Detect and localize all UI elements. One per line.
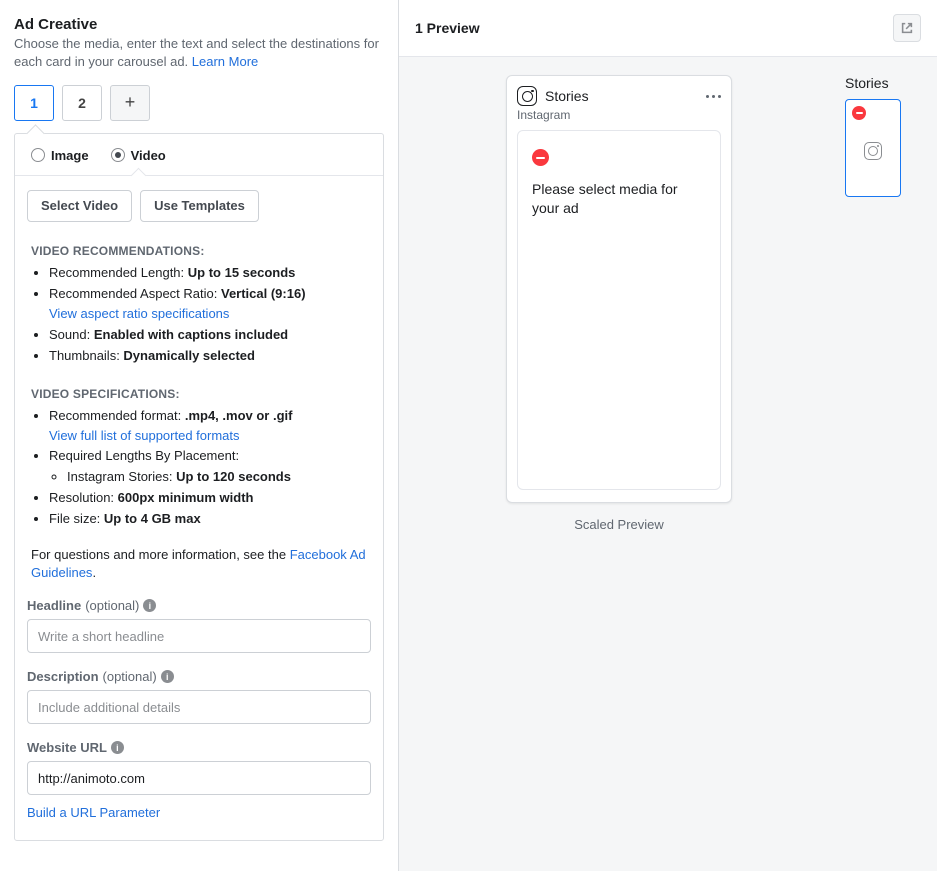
url-label: Website URL i xyxy=(27,740,371,755)
media-type-video[interactable]: Video xyxy=(111,148,166,163)
ad-creative-panel: Ad Creative Choose the media, enter the … xyxy=(0,0,398,871)
card-tab-1[interactable]: 1 xyxy=(14,85,54,121)
formats-link[interactable]: View full list of supported formats xyxy=(49,427,367,445)
story-platform: Instagram xyxy=(517,108,721,122)
preview-panel: 1 Preview Stories Instagram xyxy=(398,0,937,871)
info-icon: i xyxy=(161,670,174,683)
learn-more-link[interactable]: Learn More xyxy=(192,54,258,69)
card-editor: Image Video Select Video Use Templates V… xyxy=(14,133,384,841)
info-icon: i xyxy=(143,599,156,612)
description-input[interactable] xyxy=(27,690,371,724)
stories-column-title: Stories xyxy=(845,75,925,91)
media-type-image[interactable]: Image xyxy=(31,148,89,163)
radio-icon xyxy=(31,148,45,162)
external-link-icon xyxy=(900,21,914,35)
story-preview-card: Stories Instagram Please select media fo… xyxy=(506,75,732,503)
card-tabs: 1 2 + xyxy=(14,85,384,121)
instagram-icon xyxy=(864,142,882,160)
story-menu-button[interactable] xyxy=(706,95,721,98)
radio-icon xyxy=(111,148,125,162)
aspect-ratio-link[interactable]: View aspect ratio specifications xyxy=(49,305,367,323)
video-recommendations-heading: VIDEO RECOMMENDATIONS: xyxy=(31,244,367,258)
video-specs-list: Recommended format: .mp4, .mov or .gif V… xyxy=(31,407,367,529)
preview-title: 1 Preview xyxy=(415,20,480,36)
website-url-input[interactable] xyxy=(27,761,371,795)
headline-input[interactable] xyxy=(27,619,371,653)
card-tab-2[interactable]: 2 xyxy=(62,85,102,121)
headline-label: Headline (optional) i xyxy=(27,598,371,613)
description-label: Description (optional) i xyxy=(27,669,371,684)
error-icon xyxy=(532,149,549,166)
section-subtitle: Choose the media, enter the text and sel… xyxy=(14,35,384,71)
stories-thumbnail[interactable] xyxy=(845,99,901,197)
guidelines-text: For questions and more information, see … xyxy=(27,546,371,582)
story-media-area: Please select media for your ad xyxy=(517,130,721,490)
info-icon: i xyxy=(111,741,124,754)
video-recommendations-list: Recommended Length: Up to 15 seconds Rec… xyxy=(31,264,367,365)
error-icon xyxy=(852,106,866,120)
video-specs-heading: VIDEO SPECIFICATIONS: xyxy=(31,387,367,401)
build-url-parameter-link[interactable]: Build a URL Parameter xyxy=(27,805,160,820)
scaled-preview-label: Scaled Preview xyxy=(574,517,664,532)
section-title: Ad Creative xyxy=(14,16,384,33)
empty-media-message: Please select media for your ad xyxy=(532,180,706,218)
select-video-button[interactable]: Select Video xyxy=(27,190,132,222)
instagram-icon xyxy=(517,86,537,106)
add-card-button[interactable]: + xyxy=(110,85,150,121)
story-placement: Stories xyxy=(545,88,589,104)
use-templates-button[interactable]: Use Templates xyxy=(140,190,259,222)
open-external-button[interactable] xyxy=(893,14,921,42)
